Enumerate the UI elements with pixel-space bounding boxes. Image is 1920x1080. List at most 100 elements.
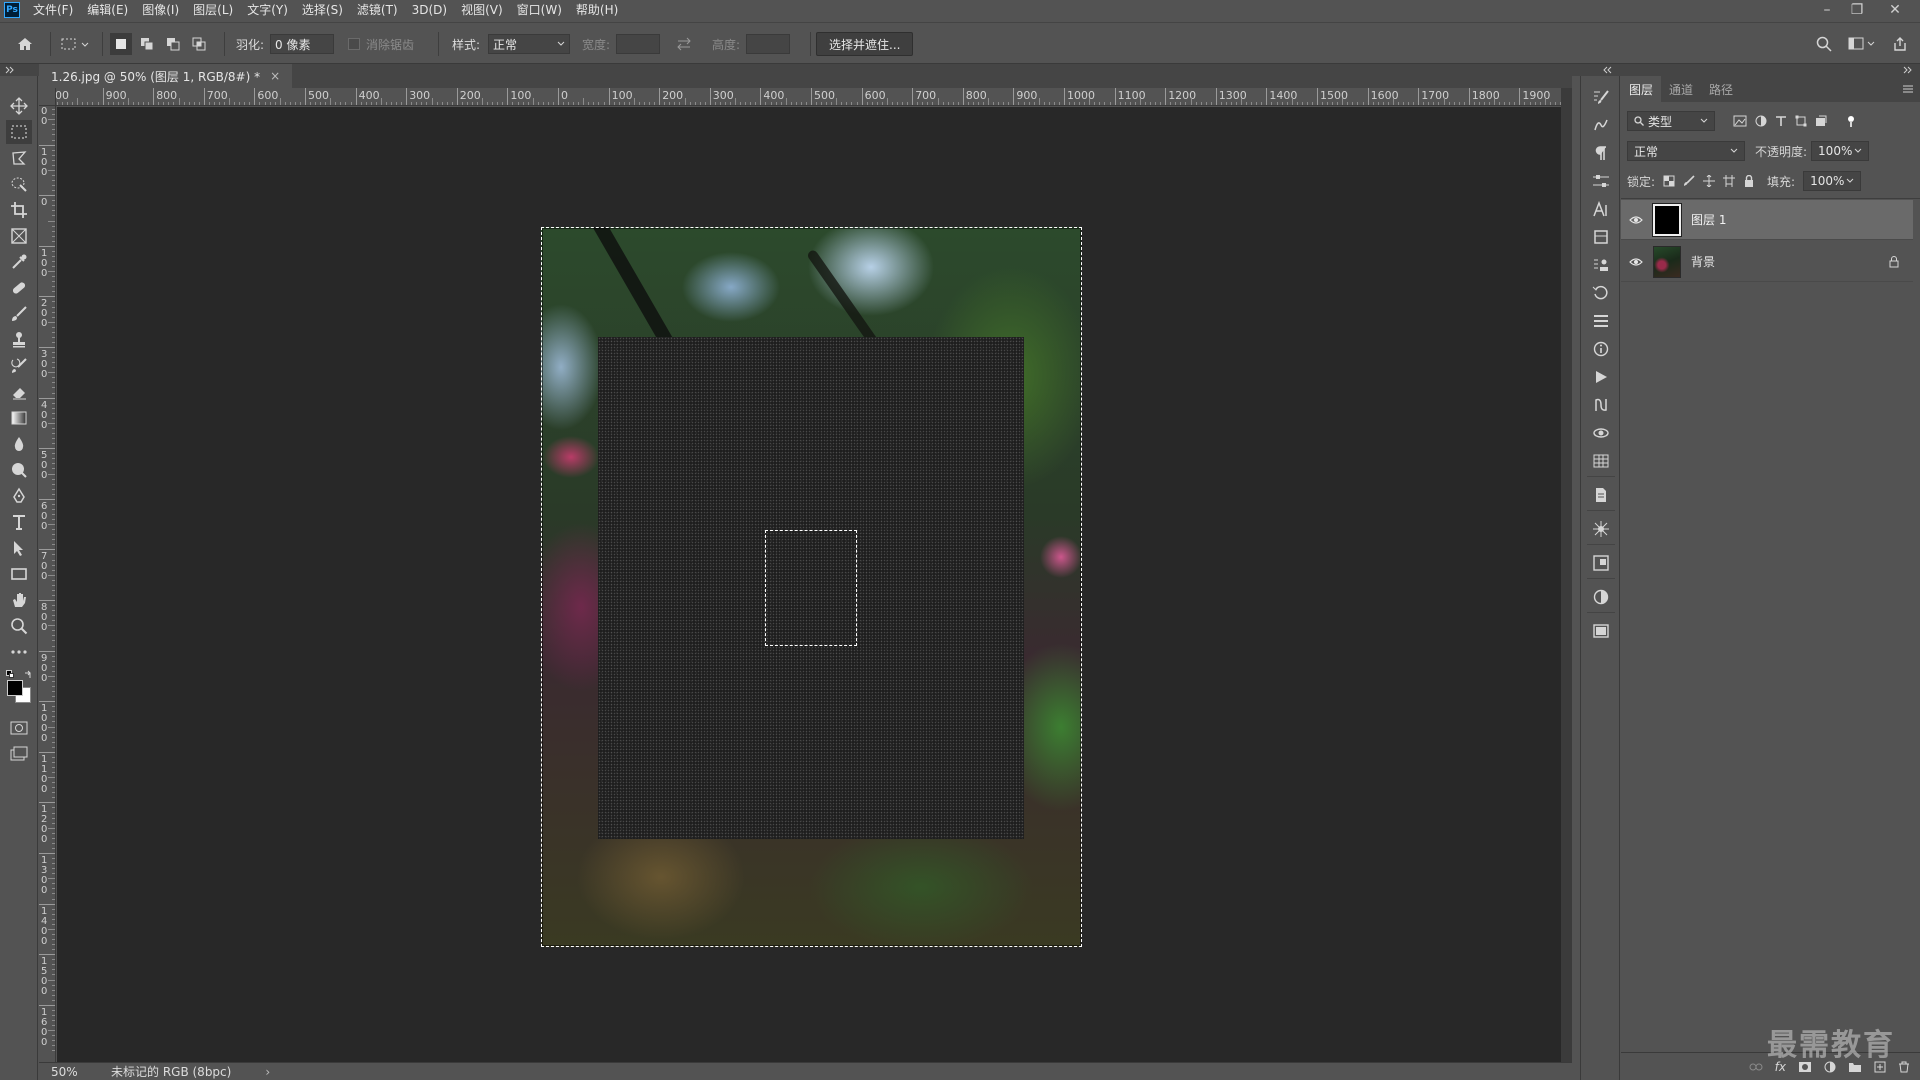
paragraph-panel-button[interactable] <box>1589 142 1613 164</box>
color-swatches[interactable] <box>6 670 34 704</box>
width-input[interactable] <box>616 34 661 54</box>
layer-visibility-toggle[interactable] <box>1621 257 1651 267</box>
layer-row-background[interactable]: 背景 <box>1621 242 1913 282</box>
color-panel-button[interactable] <box>1589 586 1613 608</box>
quick-mask-button[interactable] <box>6 716 32 740</box>
rectangle-tool[interactable] <box>6 562 32 586</box>
fill-input[interactable]: 100% <box>1803 171 1862 191</box>
move-tool[interactable] <box>6 94 32 118</box>
shape-layer-filter-icon[interactable] <box>1795 115 1807 127</box>
menu-select[interactable]: 选择(S) <box>295 0 350 20</box>
blur-tool[interactable] <box>6 432 32 456</box>
notes-panel-button[interactable] <box>1589 484 1613 506</box>
quick-select-tool[interactable] <box>6 172 32 196</box>
new-selection-button[interactable] <box>110 33 132 55</box>
info-panel-button[interactable] <box>1589 338 1613 360</box>
eyedropper-tool[interactable] <box>6 250 32 274</box>
path-select-tool[interactable] <box>6 536 32 560</box>
history-brush-tool[interactable] <box>6 354 32 378</box>
horizontal-ruler[interactable]: 00 900 800 700 600 500 400 300 200 100 0 100 200 300 4… <box>56 88 1561 106</box>
collapse-dock-icon[interactable] <box>1603 66 1613 74</box>
hand-tool[interactable] <box>6 588 32 612</box>
swatches-panel-button[interactable] <box>1589 620 1613 642</box>
menu-filter[interactable]: 滤镜(T) <box>350 0 405 20</box>
layer-comps-panel-button[interactable] <box>1589 518 1613 540</box>
swap-dimensions-button[interactable] <box>676 23 692 65</box>
navigator-panel-button[interactable] <box>1589 552 1613 574</box>
link-layers-icon[interactable] <box>1749 1062 1763 1072</box>
frame-tool[interactable] <box>6 224 32 248</box>
libraries-panel-button[interactable] <box>1589 226 1613 248</box>
swap-colors-icon[interactable] <box>24 670 34 679</box>
vertical-ruler[interactable]: 2 0 0 1 0 0 0 1 0 0 2 0 0 3 0 0 4 0 0 5 0 0 6 0 … <box>39 106 56 1062</box>
brush-tool[interactable] <box>6 302 32 326</box>
vertical-scrollbar[interactable] <box>1561 88 1572 1062</box>
menu-edit[interactable]: 编辑(E) <box>80 0 135 20</box>
menu-file[interactable]: 文件(F) <box>26 0 80 20</box>
3d-panel-button[interactable] <box>1589 422 1613 444</box>
delete-layer-icon[interactable] <box>1898 1061 1910 1073</box>
lock-position-icon[interactable] <box>1703 175 1716 187</box>
workspace-button[interactable] <box>1848 23 1876 65</box>
brushes-panel-button[interactable] <box>1589 114 1613 136</box>
lock-all-icon[interactable] <box>1743 175 1755 187</box>
zoom-tool[interactable] <box>6 614 32 638</box>
lock-artboard-icon[interactable] <box>1723 175 1736 187</box>
type-layer-filter-icon[interactable] <box>1775 115 1787 127</box>
clone-source-panel-button[interactable] <box>1589 254 1613 276</box>
paths-panel-button[interactable] <box>1589 394 1613 416</box>
eraser-tool[interactable] <box>6 380 32 404</box>
lock-transparent-pixels-icon[interactable] <box>1663 175 1675 187</box>
pixel-layer-filter-icon[interactable] <box>1733 115 1747 127</box>
panel-menu-button[interactable] <box>1902 76 1914 102</box>
minimize-button[interactable]: – <box>1810 0 1844 20</box>
feather-input[interactable]: 0 像素 <box>270 34 335 54</box>
menu-image[interactable]: 图像(I) <box>135 0 186 20</box>
document-tab[interactable]: 1.26.jpg @ 50% (图层 1, RGB/8#) * × <box>39 64 293 88</box>
default-colors-icon[interactable] <box>6 670 14 678</box>
type-tool[interactable] <box>6 510 32 534</box>
more-tools[interactable] <box>6 640 32 664</box>
screen-mode-button[interactable] <box>6 742 32 766</box>
ruler-origin[interactable] <box>39 88 56 106</box>
marquee-tool[interactable] <box>6 120 32 144</box>
intersect-selection-button[interactable] <box>188 33 210 55</box>
character-panel-button[interactable] <box>1589 198 1613 220</box>
search-button[interactable] <box>1816 23 1832 65</box>
close-tab-icon[interactable]: × <box>270 69 280 83</box>
subtract-selection-button[interactable] <box>162 33 184 55</box>
layer-name[interactable]: 图层 1 <box>1691 211 1726 228</box>
filter-toggle-icon[interactable] <box>1845 115 1857 127</box>
menu-type[interactable]: 文字(Y) <box>240 0 295 20</box>
expand-panel-icon[interactable] <box>1903 66 1913 74</box>
layer-visibility-toggle[interactable] <box>1621 215 1651 225</box>
history-panel-button[interactable] <box>1589 282 1613 304</box>
filter-kind-select[interactable]: 类型 <box>1627 111 1715 131</box>
blend-mode-select[interactable]: 正常 <box>1627 141 1745 161</box>
tab-channels[interactable]: 通道 <box>1661 76 1701 102</box>
style-select[interactable]: 正常 <box>488 34 571 54</box>
close-button[interactable]: ✕ <box>1878 0 1912 20</box>
properties-panel-button[interactable] <box>1589 310 1613 332</box>
clone-stamp-tool[interactable] <box>6 328 32 352</box>
foreground-color-swatch[interactable] <box>7 680 23 696</box>
tab-layers[interactable]: 图层 <box>1621 76 1662 102</box>
menu-help[interactable]: 帮助(H) <box>569 0 625 20</box>
dodge-tool[interactable] <box>6 458 32 482</box>
smart-object-filter-icon[interactable] <box>1815 115 1827 127</box>
lasso-tool[interactable] <box>6 146 32 170</box>
layer-row-layer-1[interactable]: 图层 1 <box>1621 200 1913 240</box>
adjustment-layer-filter-icon[interactable] <box>1755 115 1767 127</box>
add-selection-button[interactable] <box>136 33 158 55</box>
lock-image-pixels-icon[interactable] <box>1683 175 1695 187</box>
brush-settings-panel-button[interactable] <box>1589 86 1613 108</box>
antialias-checkbox[interactable] <box>348 38 360 50</box>
tool-preset-picker[interactable] <box>60 23 90 65</box>
home-button[interactable] <box>16 23 34 65</box>
status-menu-arrow[interactable]: › <box>265 1065 270 1079</box>
menu-layer[interactable]: 图层(L) <box>186 0 240 20</box>
menu-window[interactable]: 窗口(W) <box>510 0 569 20</box>
opacity-input[interactable]: 100% <box>1811 141 1870 161</box>
adjustments-panel-button[interactable] <box>1589 170 1613 192</box>
restore-button[interactable]: ❐ <box>1840 0 1874 20</box>
